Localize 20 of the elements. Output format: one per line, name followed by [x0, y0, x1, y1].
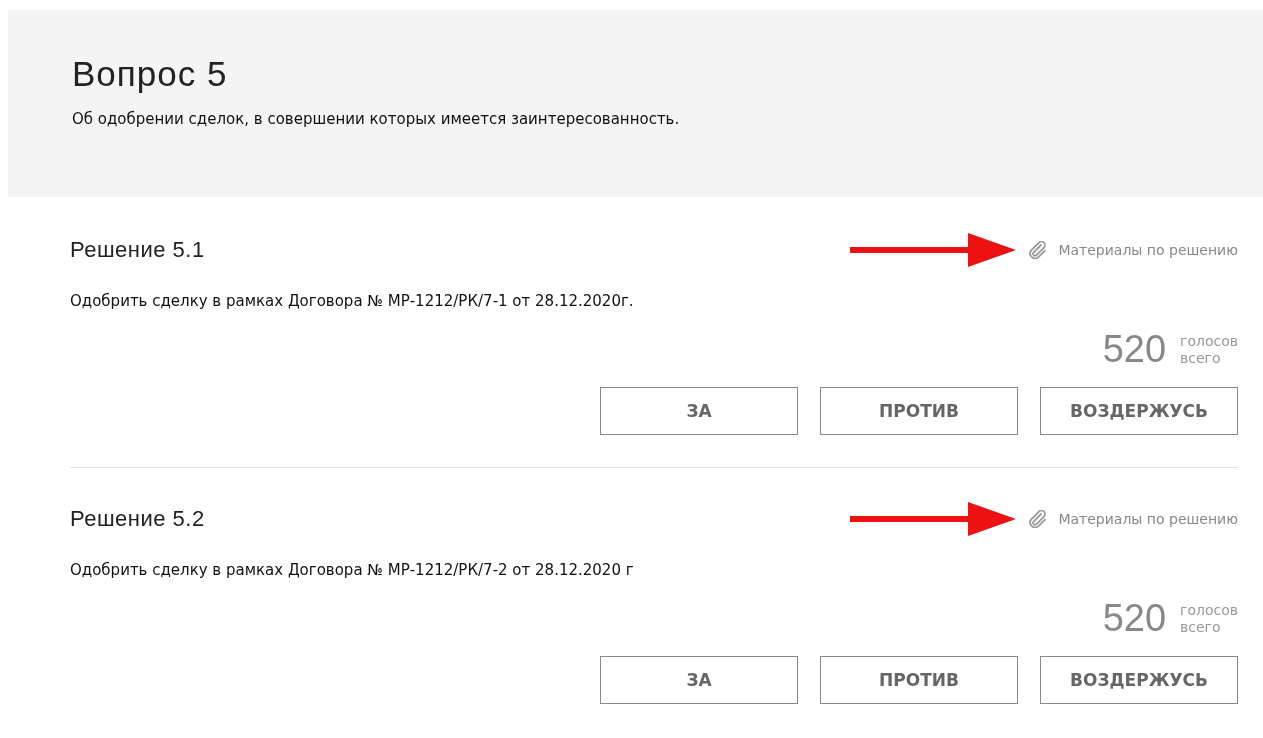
vote-button[interactable]: ВОЗДЕРЖУСЬ — [1040, 387, 1238, 435]
question-title: Вопрос 5 — [72, 54, 229, 94]
vote-count: 520 — [1102, 597, 1167, 640]
vote-button[interactable]: ВОЗДЕРЖУСЬ — [1040, 656, 1238, 704]
vote-button[interactable]: ПРОТИВ — [820, 387, 1018, 435]
vote-count: 520 — [1102, 328, 1167, 371]
decision-text: Одобрить сделку в рамках Договора № МР-1212/РК/7-1 от 28.12.2020г. — [70, 292, 635, 310]
materials-link[interactable]: Материалы по решению — [1028, 510, 1238, 528]
vote-count-label: голосов всего — [1180, 332, 1238, 367]
decision-title: Решение 5.1 — [70, 237, 206, 263]
question-text: Об одобрении сделок, в совершении которых имеется заинтересованность. — [72, 110, 681, 128]
materials-link[interactable]: Материалы по решению — [1028, 241, 1238, 259]
vote-button[interactable]: ЗА — [600, 656, 798, 704]
vote-button[interactable]: ЗА — [600, 387, 798, 435]
vote-button[interactable]: ПРОТИВ — [820, 656, 1018, 704]
vote-count-label: голосов всего — [1180, 601, 1238, 636]
paperclip-icon — [1028, 510, 1049, 528]
paperclip-icon — [1028, 241, 1049, 259]
decision-text: Одобрить сделку в рамках Договора № МР-1212/РК/7-2 от 28.12.2020 г — [70, 561, 635, 579]
decision-title: Решение 5.2 — [70, 506, 206, 532]
